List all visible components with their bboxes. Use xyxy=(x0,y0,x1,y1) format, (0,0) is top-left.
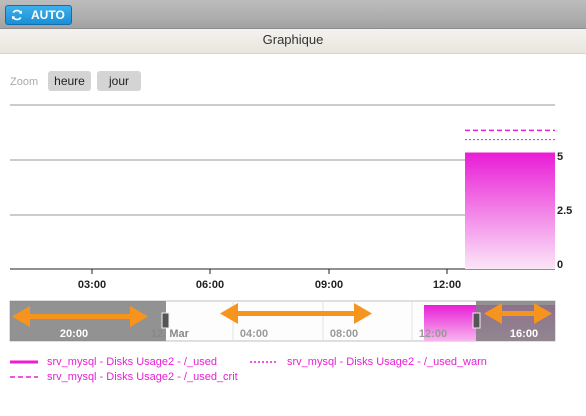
navigator-label: 20:00 xyxy=(60,328,88,340)
x-tick-label: 12:00 xyxy=(433,279,461,291)
y-tick-label: 5 xyxy=(557,151,563,163)
x-tick-label: 09:00 xyxy=(315,279,343,291)
navigator-label: 12. Mar xyxy=(151,328,190,340)
navigator-label: 16:00 xyxy=(510,328,538,340)
navigator-label: 12:00 xyxy=(419,328,447,340)
navigator-label: 08:00 xyxy=(330,328,358,340)
navigator[interactable]: 20:00 12. Mar 04:00 08:00 12:00 16:00 xyxy=(9,300,556,342)
legend-item-used-crit[interactable]: srv_mysql - Disks Usage2 - /_used_crit xyxy=(47,371,238,383)
chart: 03:00 06:00 09:00 12:00 5 2.5 0 20:00 12… xyxy=(9,104,572,378)
y-tick-label: 2.5 xyxy=(557,205,572,217)
series-used-area xyxy=(465,153,555,269)
x-tick-label: 06:00 xyxy=(196,279,224,291)
y-tick-label: 0 xyxy=(557,259,563,271)
navigator-handle-left[interactable] xyxy=(161,312,170,329)
x-tick-label: 03:00 xyxy=(78,279,106,291)
legend-item-used-warn[interactable]: srv_mysql - Disks Usage2 - /_used_warn xyxy=(287,356,487,368)
legend-item-used[interactable]: srv_mysql - Disks Usage2 - /_used xyxy=(47,356,217,368)
navigator-label: 04:00 xyxy=(240,328,268,340)
navigator-handle-right[interactable] xyxy=(472,312,481,329)
